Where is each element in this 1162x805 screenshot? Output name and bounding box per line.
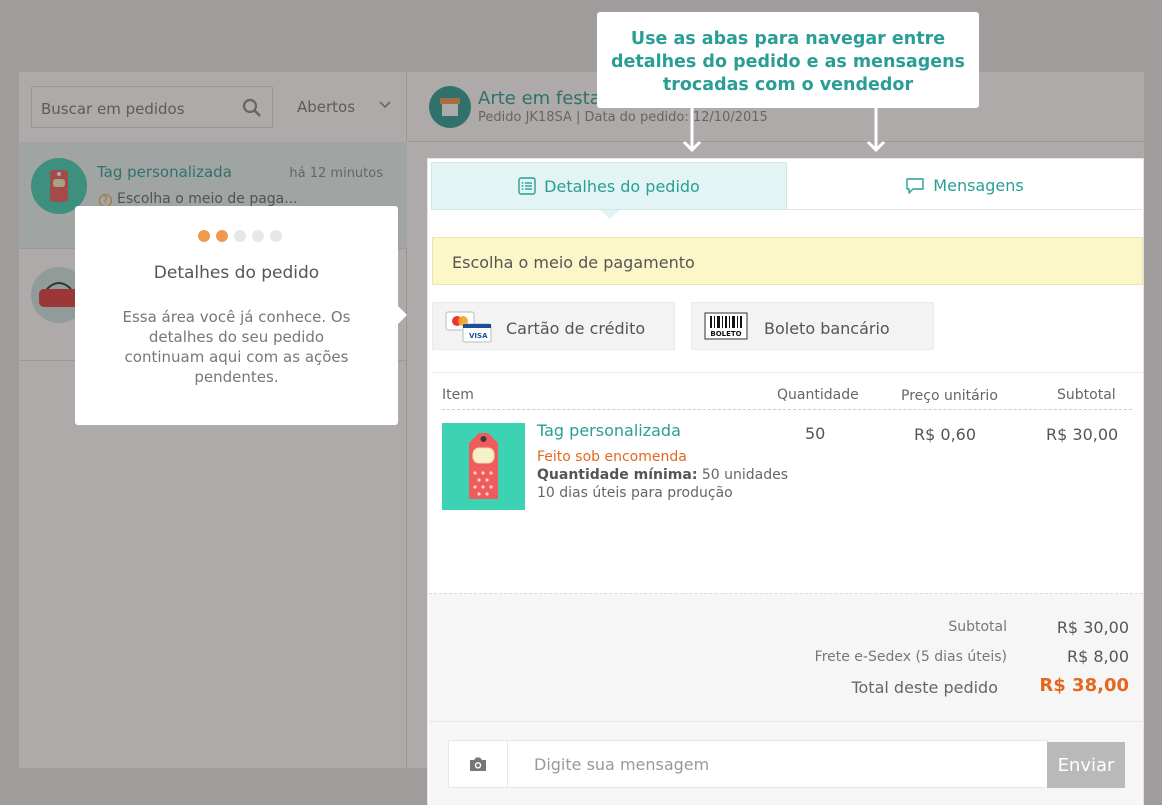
min-qty-label: Quantidade mínima: (537, 467, 698, 483)
made-to-order-label: Feito sob encomenda (537, 449, 687, 465)
tooltip-arrow (398, 306, 407, 324)
step-dot[interactable] (216, 230, 228, 242)
header-divider (442, 409, 1132, 410)
tab-order-details[interactable]: Detalhes do pedido (431, 162, 787, 210)
tag-icon (469, 433, 498, 499)
tab-messages-label: Mensagens (933, 176, 1024, 195)
col-header-subtotal: Subtotal (1057, 387, 1116, 403)
svg-text:VISA: VISA (469, 332, 488, 340)
message-input[interactable]: Digite sua mensagem (508, 740, 1048, 788)
message-composer: Digite sua mensagem Enviar (429, 721, 1143, 805)
col-header-quantity: Quantidade (777, 387, 859, 403)
tooltip-title: Detalhes do pedido (153, 263, 320, 283)
total-label: Total deste pedido (851, 678, 998, 697)
min-qty-value: 50 unidades (701, 467, 789, 483)
item-unit-price: R$ 0,60 (914, 425, 977, 444)
divider (432, 372, 1143, 373)
chat-bubble-icon (906, 177, 924, 194)
minimum-quantity: Quantidade mínima: 50 unidades (537, 467, 788, 483)
order-details-panel: Detalhes do pedido Mensagens Escolha o m… (427, 158, 1144, 805)
list-icon (518, 177, 536, 195)
shipping-label: Frete e-Sedex (5 dias úteis) (814, 649, 1007, 665)
item-quantity: 50 (805, 424, 826, 443)
credit-card-icon: VISA (445, 311, 492, 343)
step-dot[interactable] (252, 230, 264, 242)
arrow-down-icon (682, 108, 702, 153)
callout-text: Use as abas para navegar entre detalhes … (611, 29, 965, 95)
item-subtotal: R$ 30,00 (1046, 425, 1119, 444)
col-header-unit-price: Preço unitário (901, 388, 998, 404)
production-time: 10 dias úteis para produção (537, 485, 733, 501)
shipping-value: R$ 8,00 (1066, 647, 1129, 666)
step-dot[interactable] (234, 230, 246, 242)
attach-photo-button[interactable] (448, 740, 508, 788)
total-value: R$ 38,00 (1039, 675, 1129, 696)
credit-card-button[interactable]: VISA Cartão de crédito (432, 302, 675, 350)
boleto-icon-text: BOLETO (710, 330, 741, 338)
order-totals: Subtotal R$ 30,00 Frete e-Sedex (5 dias … (429, 593, 1143, 721)
col-header-item: Item (442, 387, 474, 403)
boleto-label: Boleto bancário (764, 319, 890, 338)
send-button[interactable]: Enviar (1047, 742, 1125, 788)
tabs-callout: Use as abas para navegar entre detalhes … (597, 12, 979, 108)
product-image[interactable] (442, 423, 525, 510)
barcode-icon: BOLETO (704, 312, 748, 340)
tab-messages[interactable]: Mensagens (787, 162, 1142, 210)
subtotal-value: R$ 30,00 (1056, 618, 1129, 637)
step-indicator (198, 230, 282, 242)
credit-card-label: Cartão de crédito (506, 319, 646, 338)
tooltip-body: Essa área você já conhece. Os detalhes d… (122, 308, 351, 386)
step-dot[interactable] (198, 230, 210, 242)
subtotal-label: Subtotal (948, 619, 1007, 635)
payment-notice: Escolha o meio de pagamento (432, 237, 1143, 285)
product-name-link[interactable]: Tag personalizada (537, 421, 681, 440)
boleto-button[interactable]: BOLETO Boleto bancário (691, 302, 934, 350)
onboarding-tooltip: Detalhes do pedido Essa área você já con… (75, 206, 407, 425)
arrow-down-icon (866, 108, 886, 153)
tab-order-details-label: Detalhes do pedido (544, 176, 700, 196)
camera-icon (470, 757, 486, 771)
step-dot[interactable] (270, 230, 282, 242)
active-tab-pointer (600, 210, 620, 219)
